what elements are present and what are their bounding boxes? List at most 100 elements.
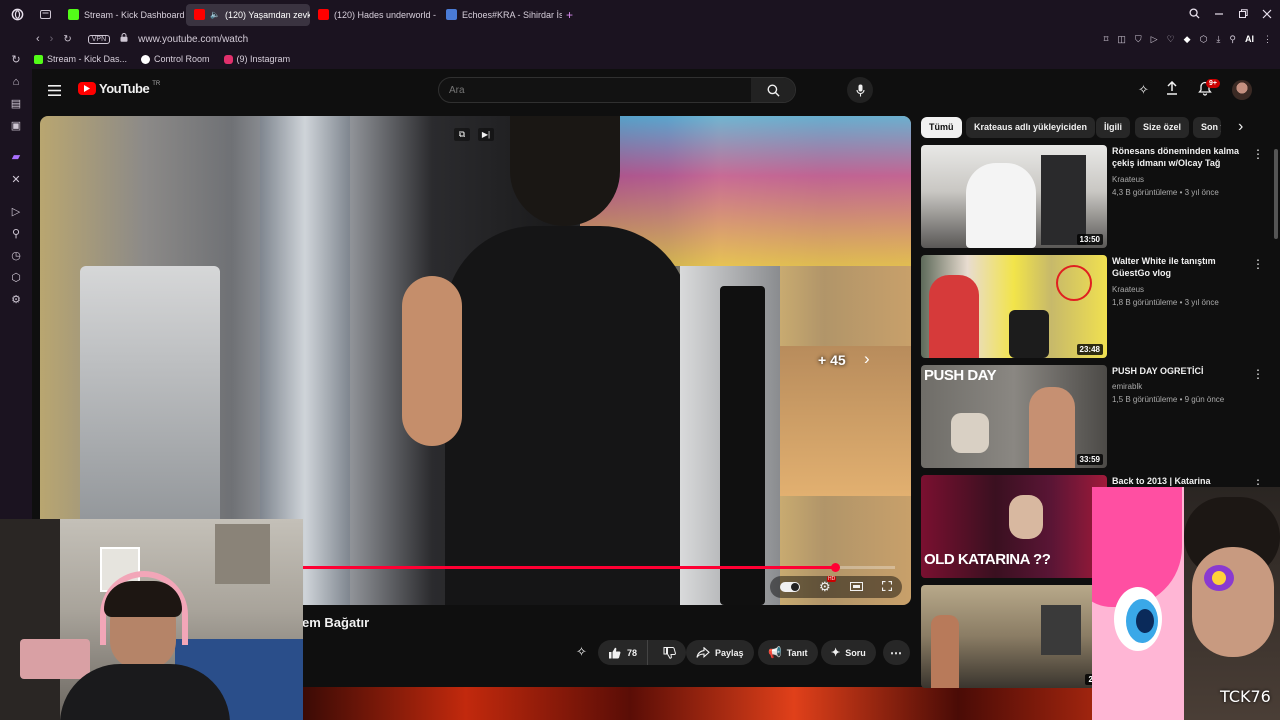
miniplayer-icon[interactable]: ⧉: [454, 128, 470, 141]
recommendation-channel[interactable]: Kraateus: [1112, 174, 1242, 185]
tab-youtube-active[interactable]: 🔈 (120) Yaşamdan zevk: [186, 3, 310, 26]
recommendation-item[interactable]: 23:48 Walter White ile tanıştım GüestGo …: [921, 255, 1264, 358]
gym-machine: [80, 266, 220, 546]
search-button[interactable]: [751, 78, 795, 102]
recommendation-title[interactable]: PUSH DAY OGRETİCİ: [1112, 365, 1240, 377]
create-icon[interactable]: ✧: [1138, 82, 1149, 98]
lock-icon[interactable]: [120, 33, 128, 45]
bookmark-kick[interactable]: Stream - Kick Das...: [34, 54, 127, 64]
ask-button[interactable]: ✦ Soru: [821, 640, 876, 665]
extension-icon[interactable]: ◆: [1184, 34, 1191, 45]
sidebar-x-icon[interactable]: ✕: [10, 174, 22, 186]
back-icon[interactable]: ‹: [36, 33, 40, 45]
tab-youtube-hades[interactable]: (120) Hades underworld -: [310, 4, 438, 26]
autoplay-toggle[interactable]: [779, 582, 800, 592]
region-code: TR: [152, 81, 161, 87]
minimize-icon[interactable]: [1214, 6, 1224, 24]
sidebar-player-icon[interactable]: ▤: [10, 98, 22, 110]
voice-search-button[interactable]: [847, 77, 873, 103]
upload-icon[interactable]: [1166, 80, 1178, 100]
progress-scrubber[interactable]: [831, 563, 841, 572]
opera-menu-icon[interactable]: [4, 4, 30, 26]
bookmark-instagram[interactable]: (9) Instagram: [223, 54, 290, 64]
chip-all[interactable]: Tümü: [921, 117, 962, 138]
recommendation-title[interactable]: Back to 2013 | Katarina: [1112, 475, 1240, 487]
hamburger-menu-icon[interactable]: [48, 83, 61, 101]
recommendation-item[interactable]: PUSH DAY 33:59 PUSH DAY OGRETİCİ emirabl…: [921, 365, 1264, 468]
heart-icon[interactable]: ♡: [1167, 34, 1175, 45]
tab-label: Echoes#KRA - Sihirdar İsta: [462, 9, 562, 20]
close-window-icon[interactable]: [1262, 6, 1272, 24]
sidebar-settings-icon[interactable]: ⚙: [10, 294, 22, 306]
more-vertical-icon[interactable]: ⋮: [1252, 257, 1264, 271]
aria-ai-button[interactable]: AI: [1245, 34, 1254, 44]
sidebar-pin-icon[interactable]: ⚲: [10, 228, 22, 240]
sidebar-play-icon[interactable]: ▷: [10, 206, 22, 218]
chip-related[interactable]: İlgili: [1096, 117, 1130, 138]
tab-overview-icon[interactable]: [36, 4, 54, 26]
recommendation-item[interactable]: 13:50 Rönesans döneminden kalma çekiş id…: [921, 145, 1264, 248]
sidebar-mail-icon[interactable]: ▣: [10, 120, 22, 132]
url-field[interactable]: www.youtube.com/watch: [138, 34, 248, 45]
recommendation-title[interactable]: Walter White ile tanıştım GüestGo vlog: [1112, 255, 1240, 279]
chip-uploader[interactable]: Krateaus adlı yükleyiciden: [966, 117, 1096, 138]
dislike-button[interactable]: [653, 640, 686, 665]
save-action-icon[interactable]: ✧: [576, 644, 587, 660]
snapshot-icon[interactable]: ⌑: [1104, 34, 1109, 45]
fullscreen-icon[interactable]: [882, 578, 893, 596]
player-icon[interactable]: ▷: [1151, 34, 1158, 45]
more-actions-button[interactable]: ⋯: [883, 640, 910, 665]
forward-icon[interactable]: ›: [50, 33, 54, 45]
reload-icon[interactable]: ↻: [63, 34, 71, 45]
theater-mode-icon[interactable]: [849, 578, 863, 596]
new-tab-button[interactable]: +: [566, 8, 573, 22]
video-thumbnail[interactable]: OLD KATARINA ??: [921, 475, 1107, 578]
seek-forward-chevron-icon[interactable]: ›: [864, 349, 870, 369]
sidebar-history-icon[interactable]: ◷: [10, 250, 22, 262]
vpn-badge[interactable]: VPN: [87, 34, 111, 44]
sidebar-refresh-icon[interactable]: ↻: [10, 54, 22, 66]
bookmark-control-room[interactable]: Control Room: [141, 54, 210, 64]
video-thumbnail[interactable]: 23:48: [921, 255, 1107, 358]
more-menu-icon[interactable]: ⋮: [1263, 34, 1272, 45]
next-video-icon[interactable]: ▶|: [478, 128, 494, 141]
avatar[interactable]: [1232, 80, 1252, 100]
settings-gear-icon[interactable]: ⚙ HD: [819, 576, 837, 595]
video-thumbnail[interactable]: 21:: [921, 585, 1107, 688]
puzzle-icon[interactable]: ⬡: [1200, 34, 1208, 45]
chip-for-you[interactable]: Size özel: [1135, 117, 1190, 138]
person-head: [510, 116, 620, 226]
tab-label: Stream - Kick Dashboard: [84, 9, 185, 20]
more-vertical-icon[interactable]: ⋮: [1252, 367, 1264, 381]
tab-echoes[interactable]: Echoes#KRA - Sihirdar İsta: [438, 4, 562, 26]
promote-button[interactable]: 📢 Tanıt: [758, 640, 818, 665]
ask-label: Soru: [845, 647, 866, 658]
search-input[interactable]: [439, 78, 751, 102]
search-tabs-icon[interactable]: [1189, 6, 1200, 24]
shield-icon[interactable]: ⛉: [1135, 34, 1142, 45]
youtube-logo[interactable]: YouTube TR: [78, 81, 160, 96]
like-dislike-group: 78: [598, 640, 687, 665]
speaker-icon[interactable]: 🔈: [210, 10, 220, 19]
video-thumbnail[interactable]: PUSH DAY 33:59: [921, 365, 1107, 468]
camera-icon[interactable]: ◫: [1117, 34, 1126, 45]
like-button[interactable]: 78: [598, 640, 649, 665]
restore-icon[interactable]: [1238, 6, 1248, 24]
hd-badge: HD: [826, 576, 837, 582]
video-thumbnail[interactable]: 13:50: [921, 145, 1107, 248]
sidebar-twitch-icon[interactable]: ▰: [10, 151, 22, 163]
download-icon[interactable]: ⤓: [1216, 34, 1220, 45]
sidebar-extensions-icon[interactable]: ⬡: [10, 272, 22, 284]
page-scrollbar[interactable]: [1274, 149, 1278, 239]
recommendation-channel[interactable]: emirablk: [1112, 381, 1242, 392]
recommendation-channel[interactable]: Kraateus: [1112, 284, 1242, 295]
tab-kick-dashboard[interactable]: Stream - Kick Dashboard: [60, 4, 186, 26]
chips-next-chevron-icon[interactable]: ›: [1238, 118, 1243, 136]
recommendation-title[interactable]: Rönesans döneminden kalma çekiş idmanı w…: [1112, 145, 1240, 169]
bookmark-label: Stream - Kick Das...: [47, 54, 128, 64]
share-button[interactable]: Paylaş: [686, 640, 754, 665]
sidebar-aria-icon[interactable]: ⌂: [10, 76, 22, 88]
easy-setup-icon[interactable]: ⚲: [1229, 34, 1236, 45]
chip-recent[interactable]: Son y: [1193, 117, 1221, 138]
more-vertical-icon[interactable]: ⋮: [1252, 147, 1264, 161]
